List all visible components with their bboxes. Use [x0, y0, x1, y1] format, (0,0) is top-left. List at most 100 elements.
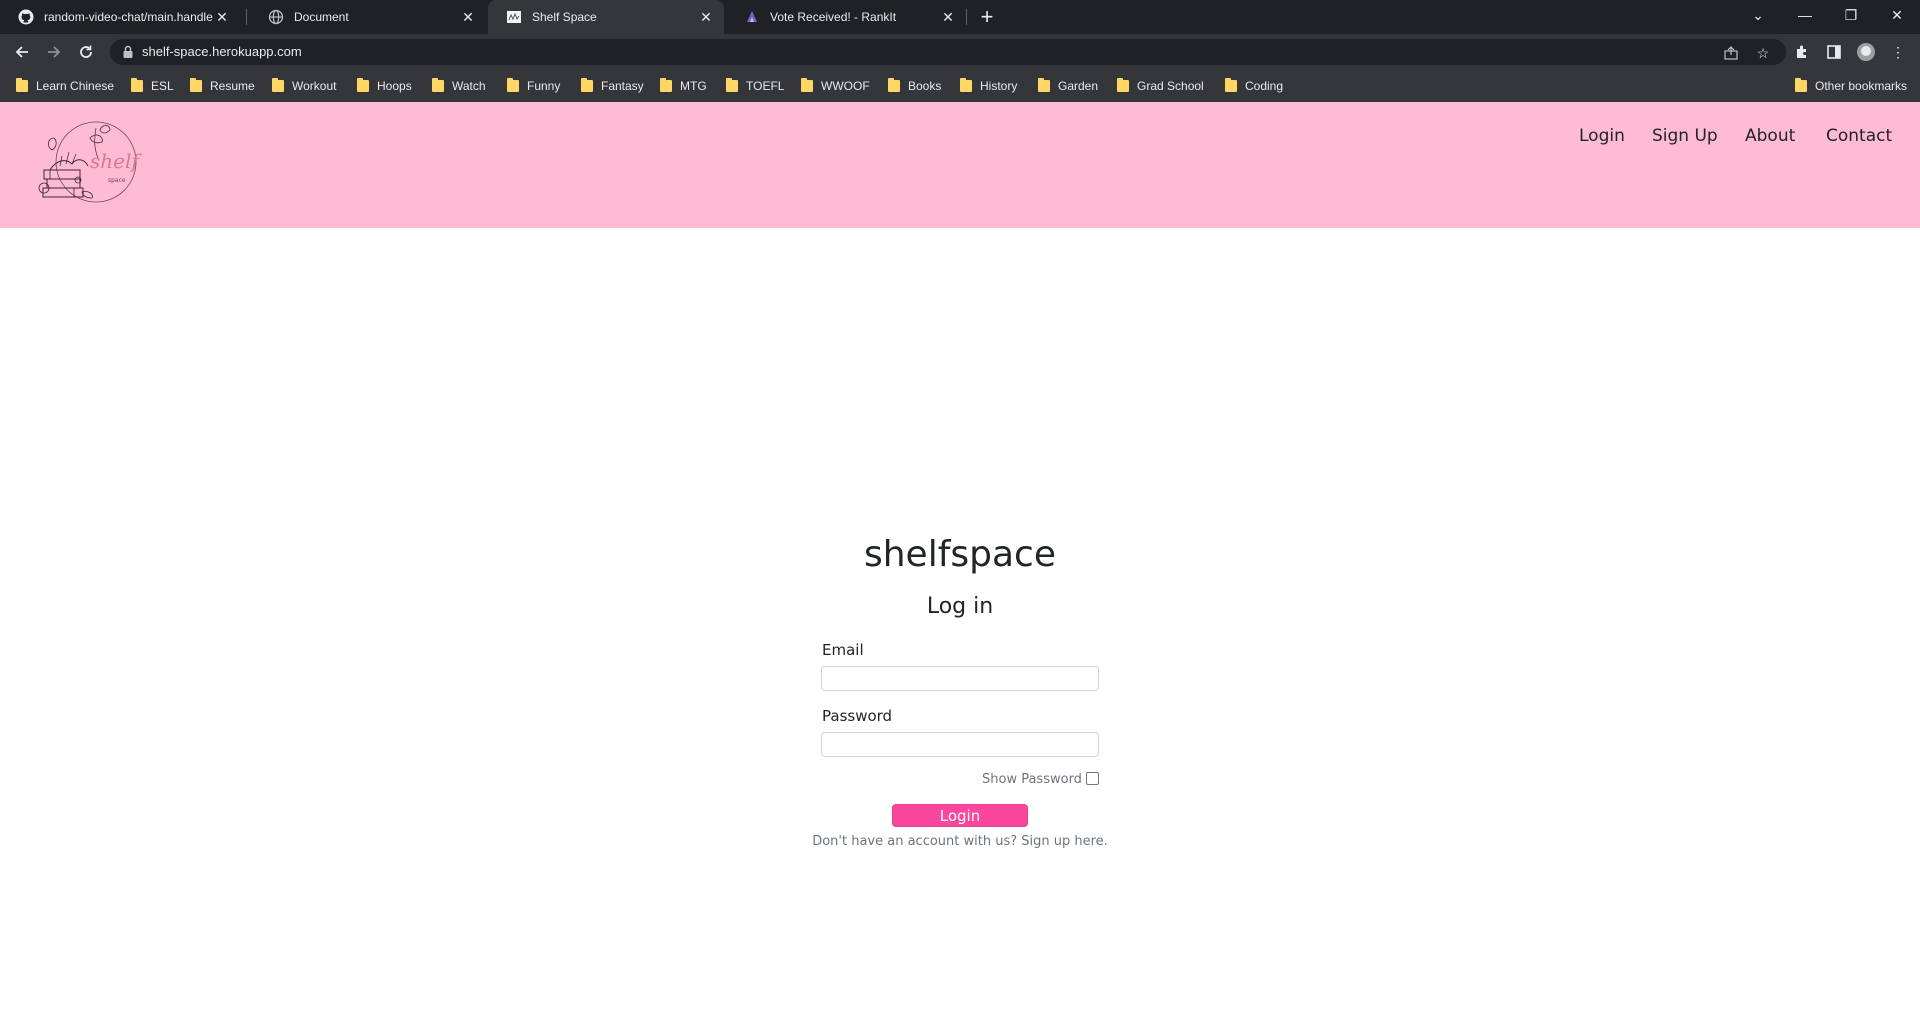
- forward-arrow-icon[interactable]: [42, 40, 66, 64]
- restore-icon[interactable]: ❐: [1828, 0, 1874, 30]
- bookmark-folder-esl[interactable]: ESL: [131, 77, 174, 95]
- bookmark-label: Resume: [210, 79, 255, 93]
- bookmark-folder-wwoof[interactable]: WWOOF: [801, 77, 870, 95]
- tab-title: random-video-chat/main.handle: [44, 10, 213, 24]
- bookmark-folder-garden[interactable]: Garden: [1038, 77, 1098, 95]
- close-tab-icon[interactable]: ✕: [698, 9, 714, 25]
- close-tab-icon[interactable]: ✕: [940, 9, 956, 25]
- site-header: shelf space Login Sign Up About Contact: [0, 102, 1920, 228]
- bookmark-label: Funny: [527, 79, 561, 93]
- shelf-space-favicon: [506, 9, 522, 25]
- bookmark-label: TOEFL: [746, 79, 785, 93]
- bookmark-folder-watch[interactable]: Watch: [432, 77, 486, 95]
- rankit-icon: [744, 9, 760, 25]
- back-arrow-icon[interactable]: [10, 40, 34, 64]
- login-button[interactable]: Login: [892, 804, 1028, 827]
- svg-text:shelf: shelf: [90, 149, 142, 173]
- bookmark-label: Coding: [1245, 79, 1284, 93]
- email-field[interactable]: [821, 666, 1099, 691]
- share-icon[interactable]: [1722, 44, 1740, 62]
- bookmark-label: Hoops: [377, 79, 412, 93]
- close-window-icon[interactable]: ✕: [1874, 0, 1920, 30]
- bookmark-folder-workout[interactable]: Workout: [272, 77, 336, 95]
- bookmark-folder-books[interactable]: Books: [888, 77, 941, 95]
- bookmark-label: ESL: [151, 79, 174, 93]
- browser-menu-icon[interactable]: ⋮: [1888, 42, 1908, 62]
- folder-icon: [432, 78, 444, 92]
- bookmark-folder-grad-school[interactable]: Grad School: [1117, 77, 1204, 95]
- folder-icon: [888, 78, 900, 92]
- login-page-main: shelfspace Log in Email Password Show Pa…: [0, 228, 1920, 1032]
- tab-title: Document: [294, 10, 349, 24]
- lock-icon: [122, 45, 136, 59]
- browser-tab-github[interactable]: random-video-chat/main.handle ✕: [0, 0, 240, 34]
- url-text: shelf-space.herokuapp.com: [142, 44, 302, 59]
- folder-icon: [960, 78, 972, 92]
- bookmark-folder-mtg[interactable]: MTG: [660, 77, 707, 95]
- side-panel-icon[interactable]: [1824, 42, 1844, 62]
- tab-separator: [966, 9, 967, 25]
- bookmark-label: Workout: [292, 79, 337, 93]
- bookmark-label: Fantasy: [601, 79, 644, 93]
- bookmark-label: Learn Chinese: [36, 79, 115, 93]
- folder-icon: [801, 78, 813, 92]
- site-name-heading: shelfspace: [863, 534, 1056, 575]
- password-field[interactable]: [821, 732, 1099, 757]
- folder-icon: [1038, 78, 1050, 92]
- tab-title: Shelf Space: [532, 10, 597, 24]
- svg-text:space: space: [108, 177, 126, 184]
- browser-tab-rankit[interactable]: Vote Received! - RankIt ✕: [726, 0, 966, 34]
- minimize-icon[interactable]: —: [1782, 0, 1828, 30]
- browser-tab-shelf-space[interactable]: Shelf Space ✕: [488, 0, 724, 34]
- password-label: Password: [822, 707, 893, 725]
- bookmark-star-icon[interactable]: ☆: [1754, 44, 1772, 62]
- nav-about-link[interactable]: About: [1745, 126, 1795, 146]
- folder-icon: [581, 78, 593, 92]
- shelf-space-logo[interactable]: shelf space: [38, 120, 142, 210]
- bookmark-label: MTG: [680, 79, 707, 93]
- bookmark-label: Watch: [452, 79, 486, 93]
- extensions-puzzle-icon[interactable]: [1792, 42, 1812, 62]
- close-tab-icon[interactable]: ✕: [460, 9, 476, 25]
- github-icon: [18, 9, 34, 25]
- folder-icon: [507, 78, 519, 92]
- folder-icon: [726, 78, 738, 92]
- profile-avatar[interactable]: [1856, 42, 1876, 62]
- nav-signup-link[interactable]: Sign Up: [1652, 126, 1718, 146]
- close-tab-icon[interactable]: ✕: [214, 9, 230, 25]
- reload-icon[interactable]: [74, 40, 98, 64]
- bookmark-folder-hoops[interactable]: Hoops: [357, 77, 412, 95]
- bookmark-folder-fantasy[interactable]: Fantasy: [581, 77, 644, 95]
- bookmark-folder-learn-chinese[interactable]: Learn Chinese: [16, 77, 114, 95]
- tab-separator: [246, 9, 247, 25]
- bookmark-folder-coding[interactable]: Coding: [1225, 77, 1283, 95]
- folder-icon: [190, 78, 202, 92]
- bookmarks-bar: Learn Chinese ESL Resume Workout Hoops W…: [0, 70, 1920, 102]
- folder-icon: [1225, 78, 1237, 92]
- folder-icon: [131, 78, 143, 92]
- folder-icon: [660, 78, 672, 92]
- tab-title: Vote Received! - RankIt: [770, 10, 897, 24]
- bookmark-folder-funny[interactable]: Funny: [507, 77, 560, 95]
- new-tab-plus-icon[interactable]: +: [975, 4, 999, 29]
- bookmark-label: Books: [908, 79, 942, 93]
- browser-tab-strip: random-video-chat/main.handle ✕ Document…: [0, 0, 1920, 34]
- nav-contact-link[interactable]: Contact: [1826, 126, 1892, 146]
- address-bar[interactable]: shelf-space.herokuapp.com ☆: [110, 39, 1786, 65]
- bookmark-folder-toefl[interactable]: TOEFL: [726, 77, 784, 95]
- show-password-checkbox[interactable]: [1086, 772, 1099, 785]
- tab-search-chevron-icon[interactable]: ⌄: [1735, 0, 1781, 30]
- bookmark-folder-resume[interactable]: Resume: [190, 77, 255, 95]
- folder-icon: [1117, 78, 1129, 92]
- signup-prompt-link[interactable]: Don't have an account with us? Sign up h…: [0, 834, 1920, 849]
- bookmark-label: Grad School: [1137, 79, 1204, 93]
- globe-icon: [268, 9, 284, 25]
- bookmark-label: History: [980, 79, 1018, 93]
- browser-toolbar: shelf-space.herokuapp.com ☆ ⋮: [0, 34, 1920, 70]
- other-bookmarks-folder[interactable]: Other bookmarks: [1795, 77, 1907, 95]
- nav-login-link[interactable]: Login: [1579, 126, 1625, 146]
- folder-icon: [357, 78, 369, 92]
- bookmark-folder-history[interactable]: History: [960, 77, 1017, 95]
- folder-icon: [272, 78, 284, 92]
- browser-tab-document[interactable]: Document ✕: [250, 0, 486, 34]
